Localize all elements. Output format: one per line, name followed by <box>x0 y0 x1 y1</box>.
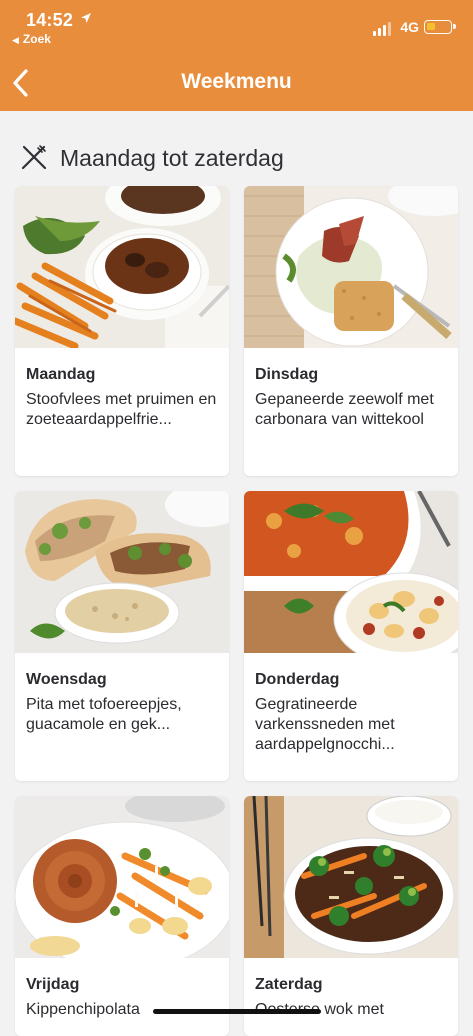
meal-image <box>244 491 458 653</box>
meal-description: Gepaneerde zeewolf met carbonara van wit… <box>255 391 434 428</box>
meal-card-maandag[interactable]: Maandag Stoofvlees met pruimen en zoetea… <box>15 186 229 476</box>
meal-card-woensdag[interactable]: Woensdag Pita met tofoereepjes, guacamol… <box>15 491 229 781</box>
meal-image <box>244 186 458 348</box>
meal-image <box>15 796 229 958</box>
status-time: 14:52 <box>26 10 74 30</box>
battery-icon <box>424 20 456 34</box>
meal-day: Woensdag <box>26 671 107 688</box>
signal-icon <box>373 22 393 36</box>
meal-description: Pita met tofoereepjes, guacamole en gek.… <box>26 696 182 733</box>
meal-card-donderdag[interactable]: Donderdag Gegratineerde varkenssneden me… <box>244 491 458 781</box>
meal-day: Zaterdag <box>255 976 323 993</box>
meal-day: Maandag <box>26 366 96 383</box>
meal-day: Donderdag <box>255 671 340 688</box>
cutlery-icon <box>21 145 47 170</box>
meal-day: Dinsdag <box>255 366 319 383</box>
page-title: Weekmenu <box>181 70 292 93</box>
location-arrow-icon <box>81 13 91 23</box>
back-app-label: Zoek <box>22 32 51 46</box>
app-header: 14:52 ◀ Zoek 4G Weekmenu <box>0 0 473 111</box>
section-header: Maandag tot zaterdag <box>20 142 284 174</box>
meal-image <box>15 491 229 653</box>
meal-description: Stoofvlees met pruimen en zoeteaardappel… <box>26 391 217 428</box>
meal-day: Vrijdag <box>26 976 80 993</box>
meal-description: Gegratineerde varkenssneden met aardappe… <box>255 696 395 753</box>
meal-card-zaterdag[interactable]: Zaterdag Oosterse wok met <box>244 796 458 1036</box>
section-title: Maandag tot zaterdag <box>60 144 284 171</box>
meal-card-dinsdag[interactable]: Dinsdag Gepaneerde zeewolf met carbonara… <box>244 186 458 476</box>
meal-image <box>15 186 229 348</box>
network-type: 4G <box>400 19 419 35</box>
back-to-app-link[interactable]: ◀ Zoek <box>12 32 51 46</box>
meal-image <box>244 796 458 958</box>
meal-card-vrijdag[interactable]: Vrijdag Kippenchipolata <box>15 796 229 1036</box>
back-triangle-icon: ◀ <box>12 35 19 45</box>
home-indicator[interactable] <box>153 1009 321 1014</box>
